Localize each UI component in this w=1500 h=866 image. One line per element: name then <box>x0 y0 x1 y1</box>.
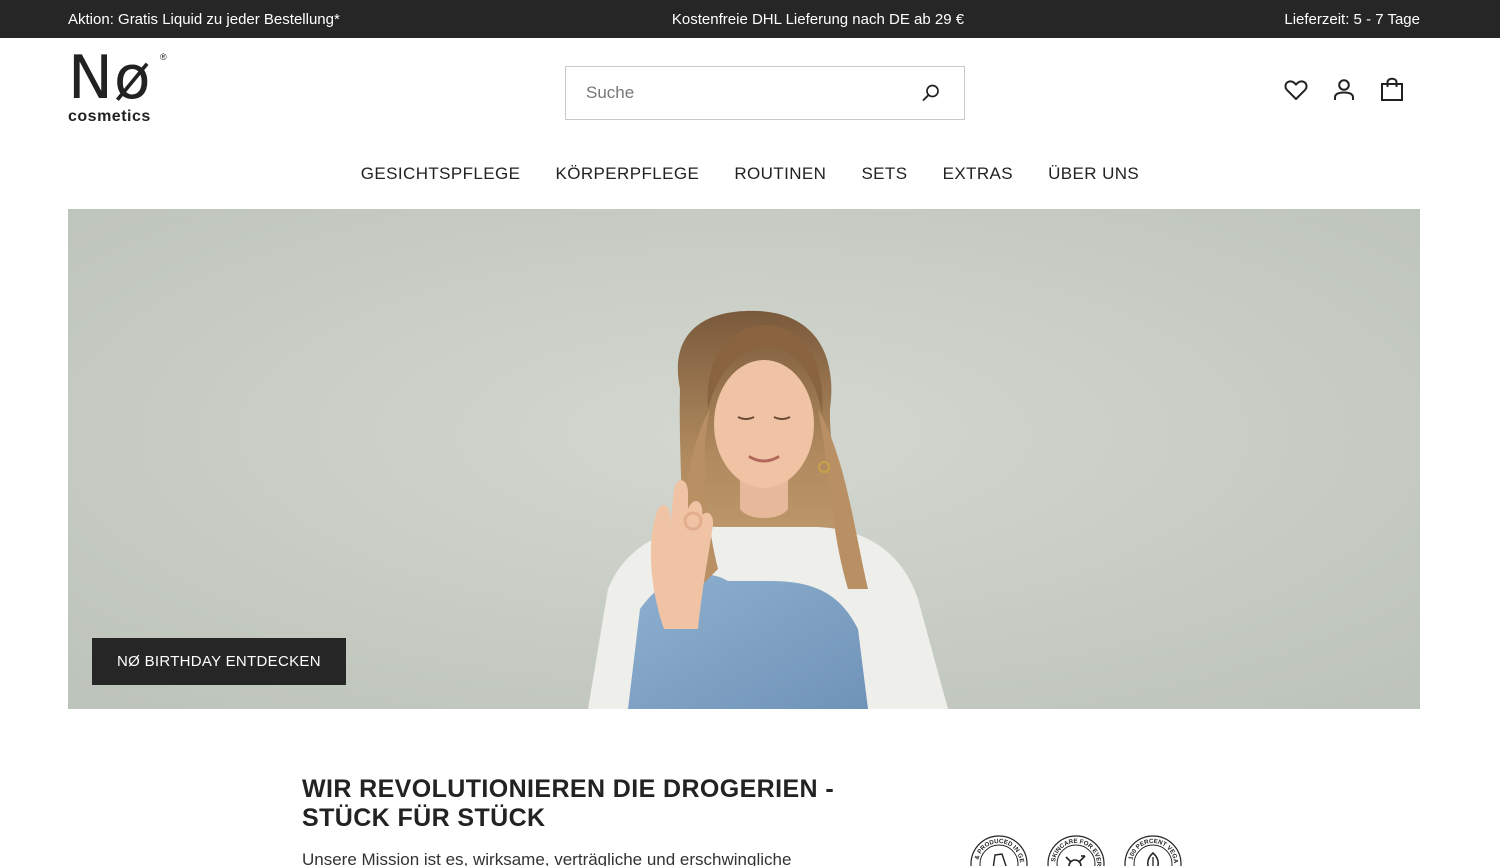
shipping-text: Kostenfreie DHL Lieferung nach DE ab 29 … <box>671 11 965 28</box>
svg-text:100 PERCENT VEGAN: 100 PERCENT VEGAN <box>1124 835 1179 864</box>
mission-headline-line1: WIR REVOLUTIONIEREN DIE DROGERIEN - <box>302 775 835 803</box>
announcement-bar: Aktion: Gratis Liquid zu jeder Bestellun… <box>0 0 1500 38</box>
logo-wordmark: Nø <box>68 43 152 113</box>
heart-icon[interactable] <box>1282 76 1310 104</box>
logo-subtitle: cosmetics <box>68 108 151 125</box>
nav-item-ueber-uns[interactable]: ÜBER UNS <box>1048 164 1139 184</box>
svg-text:& PRODUCED IN GER: & PRODUCED IN GER <box>970 835 1025 863</box>
badge-skincare-for-everybody: SKINCARE FOR EVERYBODY <box>1045 830 1105 866</box>
registered-mark: ® <box>160 52 167 62</box>
bag-icon[interactable] <box>1378 76 1406 104</box>
brand-logo[interactable]: Nø ® cosmetics <box>68 48 178 128</box>
badge-text-vegan: 100 PERCENT VEGAN <box>1122 830 1179 864</box>
badge-vegan: 100 PERCENT VEGAN <box>1122 830 1182 866</box>
nav-item-routinen[interactable]: ROUTINEN <box>734 164 826 184</box>
nav-item-sets[interactable]: SETS <box>861 164 907 184</box>
hero-image <box>68 209 1420 709</box>
nav-item-extras[interactable]: EXTRAS <box>943 164 1013 184</box>
mission-headline: WIR REVOLUTIONIEREN DIE DROGERIEN - STÜC… <box>302 775 862 833</box>
search-input[interactable] <box>566 67 906 119</box>
nav-item-gesichtspflege[interactable]: GESICHTSPFLEGE <box>361 164 521 184</box>
mission-headline-line2: STÜCK FÜR STÜCK <box>302 804 546 832</box>
search-icon[interactable] <box>920 82 942 104</box>
svg-text:SKINCARE FOR EVERYBODY: SKINCARE FOR EVERYBODY <box>1047 835 1102 866</box>
hero-cta-button[interactable]: NØ BIRTHDAY ENTDECKEN <box>92 638 346 685</box>
main-nav: GESICHTSPFLEGE KÖRPERPFLEGE ROUTINEN SET… <box>0 164 1500 184</box>
badge-text-everybody: SKINCARE FOR EVERYBODY <box>1045 830 1102 866</box>
badge-text-germany: & PRODUCED IN GER <box>968 830 1025 863</box>
account-icon[interactable] <box>1330 76 1358 104</box>
search-box <box>565 66 965 120</box>
nav-item-koerperpflege[interactable]: KÖRPERPFLEGE <box>556 164 700 184</box>
hero-banner[interactable]: NØ BIRTHDAY ENTDECKEN <box>68 209 1420 709</box>
mission-intro: Unsere Mission ist es, wirksame, verträg… <box>302 850 792 866</box>
badge-made-in-germany: & PRODUCED IN GER <box>968 830 1028 866</box>
delivery-time-text: Lieferzeit: 5 - 7 Tage <box>1284 11 1420 28</box>
